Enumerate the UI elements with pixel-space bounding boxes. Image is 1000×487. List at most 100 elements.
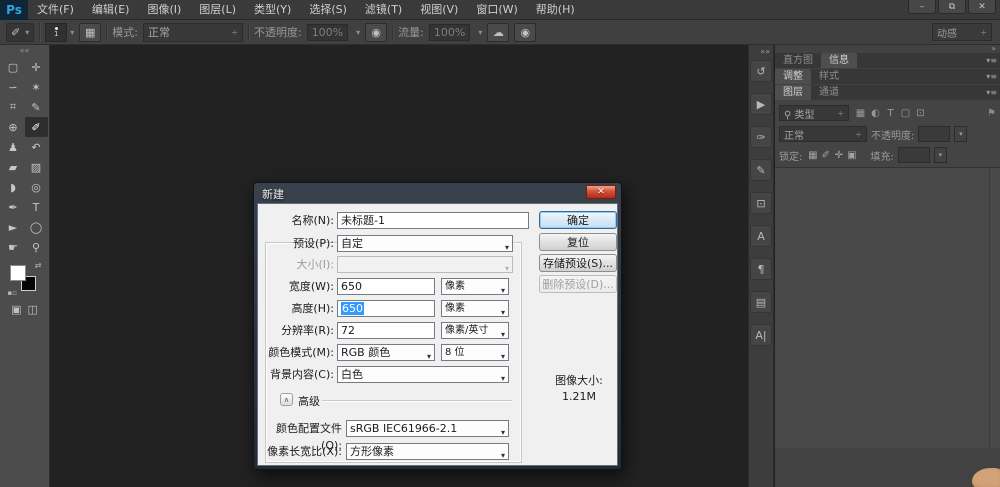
width-unit-select[interactable]: 像素 ▾ — [441, 278, 509, 295]
panel-menu-icon[interactable]: ▾≡ — [986, 85, 997, 100]
filter-adjustment-layers-icon[interactable]: ◐ — [868, 108, 883, 119]
screen-mode-button[interactable]: ◫ — [28, 303, 38, 316]
character-panel-icon[interactable]: A — [750, 225, 772, 247]
layer-blend-mode-select[interactable]: 正常 ÷ — [779, 126, 867, 142]
reset-button[interactable]: 复位 — [539, 233, 617, 251]
hand-tool[interactable]: ☛ — [2, 237, 25, 257]
lock-transparency-icon[interactable]: ▦ — [806, 150, 819, 161]
crop-tool[interactable]: ⌗ — [2, 97, 25, 117]
color-profile-select[interactable]: sRGB IEC61966-2.1 ▾ — [346, 420, 509, 437]
filter-pin-icon[interactable]: ⚑ — [987, 108, 996, 119]
pressure-opacity-icon[interactable]: ◉ — [365, 22, 388, 42]
chevron-down-icon[interactable]: ▾ — [70, 28, 74, 37]
滤镜(T)[interactable]: 滤镜(T) — [356, 0, 411, 20]
swap-colors-icon[interactable]: ⇄ — [35, 261, 42, 270]
collapse-tools-icon[interactable]: «« — [0, 45, 49, 57]
rectangular-marquee-tool[interactable]: ▢ — [2, 57, 25, 77]
图层[interactable]: 图层 — [775, 85, 811, 100]
background-contents-select[interactable]: 白色 ▾ — [337, 366, 509, 383]
dialog-close-button[interactable]: ✕ — [586, 185, 616, 199]
color-mode-select[interactable]: RGB 颜色 ▾ — [337, 344, 435, 361]
brush-panel-icon[interactable]: ✑ — [750, 126, 772, 148]
chevron-down-icon[interactable]: ▾ — [954, 126, 968, 142]
lock-position-icon[interactable]: ✛ — [832, 150, 845, 161]
帮助(H)[interactable]: 帮助(H) — [527, 0, 584, 20]
foreground-color-swatch[interactable] — [9, 265, 26, 281]
blur-tool[interactable]: ◗ — [2, 177, 25, 197]
dialog-title-bar[interactable]: 新建 ✕ — [254, 183, 621, 203]
airbrush-icon[interactable]: ☁ — [487, 22, 510, 42]
类型(Y)[interactable]: 类型(Y) — [245, 0, 300, 20]
panel-menu-icon[interactable]: ▾≡ — [986, 69, 997, 84]
restore-button[interactable]: ⧉ — [938, 0, 966, 14]
信息[interactable]: 信息 — [821, 53, 857, 68]
clone-stamp-tool[interactable]: ♟ — [2, 137, 25, 157]
bit-depth-select[interactable]: 8 位 ▾ — [441, 344, 509, 361]
pen-tool[interactable]: ✒ — [2, 197, 25, 217]
pixel-aspect-select[interactable]: 方形像素 ▾ — [346, 443, 509, 460]
spot-healing-brush-tool[interactable]: ⊕ — [2, 117, 25, 137]
height-input[interactable]: 650 — [337, 300, 435, 317]
layer-fill-input[interactable] — [897, 147, 930, 163]
quick-selection-tool[interactable]: ✶ — [25, 77, 48, 97]
history-brush-tool[interactable]: ↶ — [25, 137, 48, 157]
brush-tool-preset-button[interactable]: ✐ ▾ — [6, 22, 35, 42]
paragraph-panel-icon[interactable]: ¶ — [750, 258, 772, 280]
lock-all-icon[interactable]: ▣ — [845, 150, 858, 161]
resolution-input[interactable]: 72 — [337, 322, 435, 339]
eraser-tool[interactable]: ▰ — [2, 157, 25, 177]
path-selection-tool[interactable]: ► — [2, 217, 25, 237]
调整[interactable]: 调整 — [775, 69, 811, 84]
直方图[interactable]: 直方图 — [775, 53, 821, 68]
eyedropper-tool[interactable]: ✎ — [25, 97, 48, 117]
layer-comps-panel-icon[interactable]: ▤ — [750, 291, 772, 313]
character-styles-panel-icon[interactable]: A| — [750, 324, 772, 346]
blend-mode-select[interactable]: 正常 ÷ — [142, 22, 243, 42]
ok-button[interactable]: 确定 — [539, 211, 617, 229]
chevron-down-icon[interactable]: ▾ — [356, 28, 360, 37]
minimize-button[interactable]: – — [908, 0, 936, 14]
图层(L)[interactable]: 图层(L) — [190, 0, 245, 20]
zoom-tool[interactable]: ⚲ — [25, 237, 48, 257]
layer-opacity-input[interactable] — [918, 126, 951, 142]
lasso-tool[interactable]: ∽ — [2, 77, 25, 97]
opacity-input[interactable]: 100% — [306, 23, 349, 41]
save-preset-button[interactable]: 存储预设(S)... — [539, 254, 617, 272]
brush-presets-panel-icon[interactable]: ✎ — [750, 159, 772, 181]
preset-select[interactable]: 自定 ▾ — [337, 235, 513, 252]
filter-smart-objects-icon[interactable]: ⊡ — [913, 108, 928, 119]
type-tool[interactable]: T — [25, 197, 48, 217]
样式[interactable]: 样式 — [811, 69, 847, 84]
filter-type-layers-icon[interactable]: T — [883, 108, 898, 119]
chevron-down-icon[interactable]: ▾ — [478, 28, 482, 37]
filter-pixel-layers-icon[interactable]: ▦ — [853, 108, 868, 119]
toggle-brush-panel-button[interactable]: ▦ — [79, 22, 102, 42]
图像(I)[interactable]: 图像(I) — [138, 0, 190, 20]
编辑(E)[interactable]: 编辑(E) — [83, 0, 139, 20]
scrollbar[interactable] — [989, 168, 990, 448]
flow-input[interactable]: 100% — [428, 23, 471, 41]
文件(F)[interactable]: 文件(F) — [28, 0, 83, 20]
layer-filter-select[interactable]: ⚲ 类型 ÷ — [779, 105, 849, 121]
pressure-size-icon[interactable]: ◉ — [514, 22, 537, 42]
clone-source-panel-icon[interactable]: ⊡ — [750, 192, 772, 214]
close-button[interactable]: ✕ — [968, 0, 996, 14]
quick-mask-button[interactable]: ▣ — [11, 303, 21, 316]
窗口(W)[interactable]: 窗口(W) — [467, 0, 526, 20]
collapse-panels-icon[interactable]: » — [775, 45, 1000, 53]
选择(S)[interactable]: 选择(S) — [300, 0, 356, 20]
gradient-tool[interactable]: ▨ — [25, 157, 48, 177]
name-input[interactable]: 未标题-1 — [337, 212, 529, 229]
resolution-unit-select[interactable]: 像素/英寸 ▾ — [441, 322, 509, 339]
dodge-tool[interactable]: ◎ — [25, 177, 48, 197]
width-input[interactable]: 650 — [337, 278, 435, 295]
lock-paint-icon[interactable]: ✐ — [819, 150, 832, 161]
height-unit-select[interactable]: 像素 ▾ — [441, 300, 509, 317]
history-panel-icon[interactable]: ↺ — [750, 60, 772, 82]
advanced-collapse-button[interactable]: ʌ — [280, 393, 293, 406]
brush-tool[interactable]: ✐ — [24, 117, 48, 137]
actions-panel-icon[interactable]: ▶ — [750, 93, 772, 115]
workspace-switcher[interactable]: 动感 ÷ — [932, 23, 992, 41]
expand-dock-icon[interactable]: »» — [749, 45, 773, 60]
default-colors-icon[interactable]: ▪▫ — [8, 289, 18, 297]
